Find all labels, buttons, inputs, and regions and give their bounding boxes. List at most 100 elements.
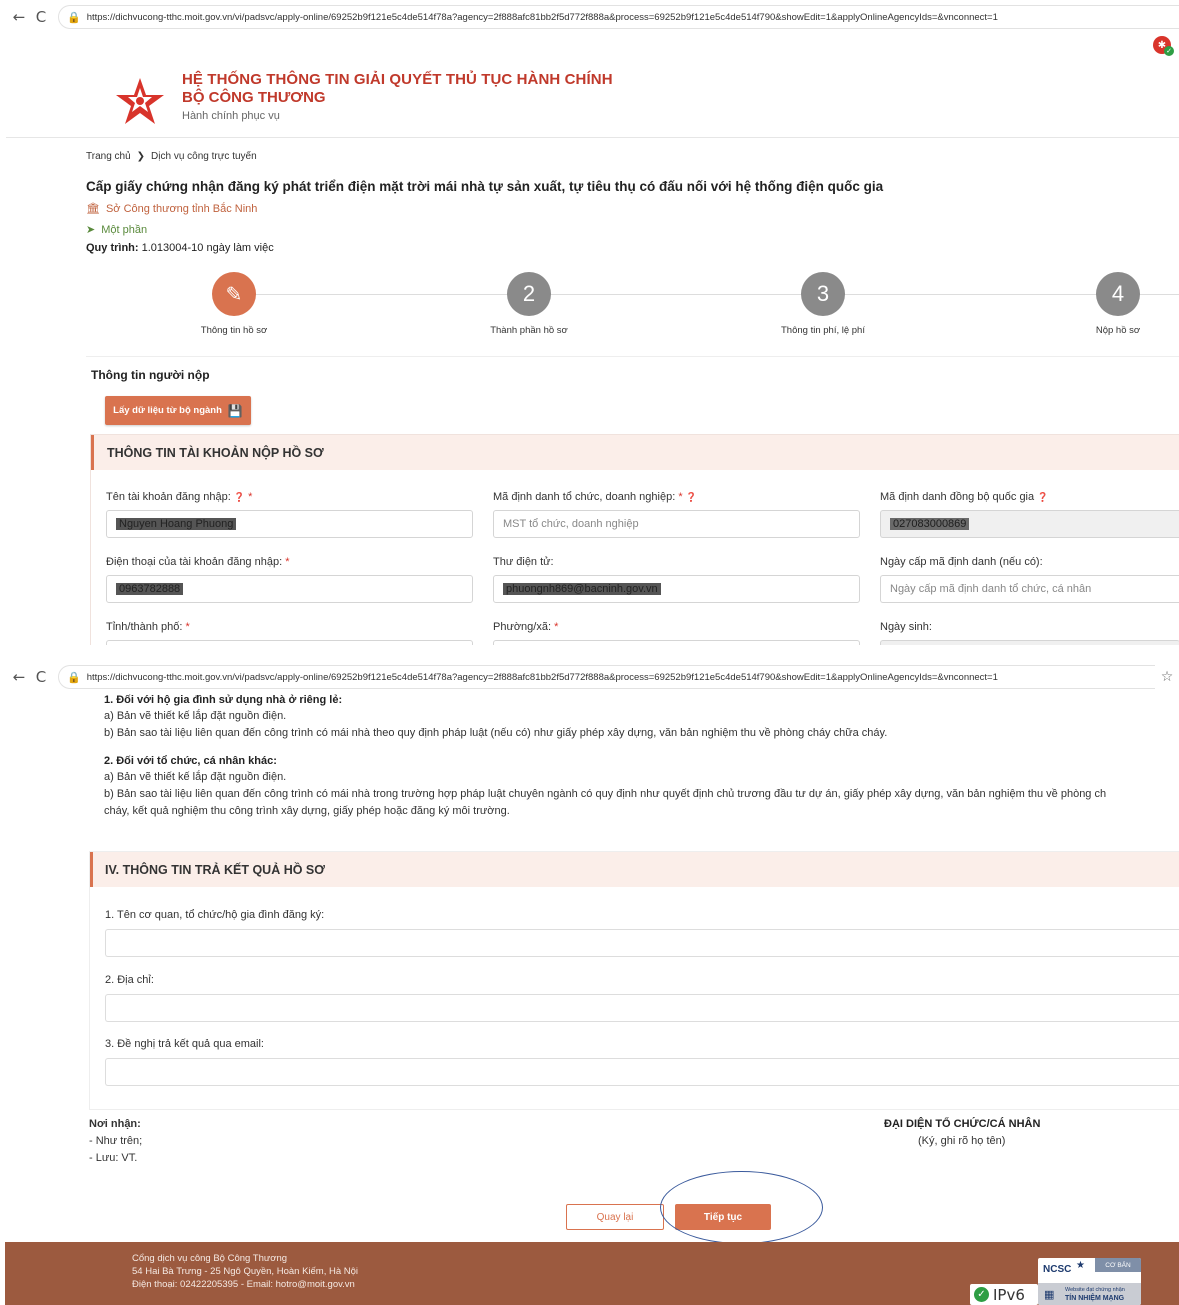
site-header: HỆ THỐNG THÔNG TIN GIẢI QUYẾT THỦ TỤC HÀ… (6, 56, 1179, 138)
birthday-label: Ngày sinh: (880, 621, 932, 633)
national-id-input[interactable]: 027083000869 (880, 510, 1179, 538)
site-footer: Cổng dịch vụ công Bộ Công Thương 54 Hai … (5, 1242, 1179, 1305)
screenshot-bottom: ← C 🔒 https://dichvucong-tthc.moit.gov.v… (0, 660, 1179, 1305)
screenshot-top: ← C 🔒 https://dichvucong-tthc.moit.gov.v… (0, 0, 1179, 645)
req-other-title: 2. Đối với tổ chức, cá nhân khác: (104, 755, 277, 767)
province-label: Tỉnh/thành phố: * (106, 621, 190, 633)
province-select[interactable] (106, 640, 473, 645)
help-icon[interactable]: ❓ (686, 493, 697, 503)
email-value: phuongnh869@bacninh.gov.vn (503, 583, 661, 595)
chevron-right-icon: ❯ (136, 151, 146, 162)
result-panel: IV. THÔNG TIN TRẢ KẾT QUẢ HỒ SƠ 1. Tên c… (89, 851, 1179, 1110)
reload-icon[interactable]: C (30, 6, 52, 28)
step-number: 3 (801, 272, 845, 316)
org-name-input[interactable] (105, 929, 1179, 957)
email-result-label: 3. Đề nghị trả kết quả qua email: (105, 1038, 264, 1050)
star-icon: ★ (1076, 1260, 1085, 1271)
step-number: 2 (507, 272, 551, 316)
back-arrow-icon[interactable]: ← (8, 6, 30, 28)
breadcrumb: Trang chủ ❯ Dịch vụ công trực tuyến (86, 151, 257, 162)
stepper-line (233, 294, 1179, 295)
phone-value: 0963782888 (116, 583, 184, 595)
ipv6-label: IPv6 (993, 1285, 1025, 1304)
progress-stepper: ✎ Thông tin hồ sơ 2 Thành phần hồ sơ 3 T… (86, 272, 1179, 352)
step-label: Thông tin hồ sơ (200, 325, 268, 336)
step-label: Nộp hồ sơ (1095, 325, 1141, 336)
email-result-input[interactable] (105, 1058, 1179, 1086)
email-input[interactable]: phuongnh869@bacninh.gov.vn (493, 575, 860, 603)
check-circle-icon: ✓ (974, 1287, 989, 1302)
process-info: Quy trình: 1.013004-10 ngày làm việc (86, 242, 274, 254)
required-mark: * (678, 491, 683, 503)
national-id-value: 027083000869 (890, 518, 970, 530)
help-icon[interactable]: ❓ (1037, 493, 1048, 503)
req-household-title: 1. Đối với hộ gia đình sử dụng nhà ở riê… (104, 694, 343, 706)
extension-icon[interactable]: ✱ ✓ (1153, 36, 1174, 56)
req-other-b: b) Bản sao tài liệu liên quan đến công t… (104, 788, 1107, 800)
breadcrumb-current[interactable]: Dịch vụ công trực tuyến (151, 151, 257, 162)
slogan: Hành chính phục vụ (182, 110, 280, 122)
ministry-star-logo-icon[interactable] (114, 76, 166, 126)
username-value: Nguyen Hoang Phuong (116, 518, 237, 530)
phone-label: Điện thoại của tài khoản đăng nhập: * (106, 556, 289, 568)
birthday-input[interactable] (880, 640, 1179, 645)
help-icon[interactable]: ❓ (234, 493, 245, 503)
process-label: Quy trình: (86, 242, 139, 254)
ncsc-sub: Website đạt chứng nhận (1065, 1287, 1125, 1293)
arrow-right-icon: ➤ (86, 223, 96, 236)
breadcrumb-home[interactable]: Trang chủ (86, 151, 131, 162)
required-mark: * (248, 491, 253, 503)
phone-input[interactable]: 0963782888 (106, 575, 473, 603)
phone-label-text: Điện thoại của tài khoản đăng nhập: (106, 556, 283, 568)
step-fees[interactable]: 3 Thông tin phí, lệ phí (753, 272, 893, 336)
submitter-section-title: Thông tin người nộp (91, 368, 210, 382)
req-household-a: a) Bản vẽ thiết kế lắp đặt nguồn điện. (104, 710, 287, 722)
browser-toolbar: ← C 🔒 https://dichvucong-tthc.moit.gov.v… (0, 0, 1179, 34)
national-id-label: Mã định danh đồng bộ quốc gia ❓ (880, 491, 1048, 503)
service-level-row: ➤ Một phần (86, 223, 147, 236)
national-id-label-text: Mã định danh đồng bộ quốc gia (880, 491, 1035, 503)
agency-row: 🏛 Sở Công thương tỉnh Bắc Ninh (86, 202, 257, 215)
ncsc-trust-badge[interactable]: NCSC ★ CƠ BẢN ▦ Website đạt chứng nhận T… (1038, 1258, 1141, 1305)
agency-name: Sở Công thương tỉnh Bắc Ninh (105, 202, 258, 215)
org-name-label: 1. Tên cơ quan, tổ chức/hộ gia đình đăng… (105, 909, 325, 921)
footer-portal-name: Cổng dịch vụ công Bộ Công Thương (132, 1253, 288, 1264)
step-info[interactable]: ✎ Thông tin hồ sơ (164, 272, 304, 336)
lock-icon: 🔒 (67, 670, 81, 684)
account-panel: THÔNG TIN TÀI KHOẢN NỘP HỒ SƠ Tên tài kh… (90, 434, 1179, 645)
address-input[interactable] (105, 994, 1179, 1022)
province-label-text: Tỉnh/thành phố: (106, 621, 183, 633)
signature-note: (Ký, ghi rõ họ tên) (918, 1135, 1006, 1147)
required-mark: * (285, 556, 290, 568)
ipv6-badge[interactable]: ✓ IPv6 (970, 1284, 1038, 1305)
id-date-label: Ngày cấp mã định danh (nếu có): (880, 556, 1043, 568)
step-label: Thành phần hồ sơ (490, 325, 568, 336)
bookmark-star-icon[interactable]: ☆ (1155, 669, 1179, 685)
building-icon: 🏛 (86, 202, 100, 215)
reload-icon[interactable]: C (30, 666, 52, 688)
username-input[interactable]: Nguyen Hoang Phuong (106, 510, 473, 538)
url-text: https://dichvucong-tthc.moit.gov.vn/vi/p… (86, 671, 998, 683)
address-bar[interactable]: 🔒 https://dichvucong-tthc.moit.gov.vn/vi… (58, 665, 1155, 689)
org-id-input[interactable]: MST tổ chức, doanh nghiệp (493, 510, 860, 538)
req-household-b: b) Bản sao tài liệu liên quan đến công t… (104, 727, 888, 739)
process-value: 1.013004-10 ngày làm việc (141, 242, 274, 254)
back-arrow-icon[interactable]: ← (8, 666, 30, 688)
footer-address: 54 Hai Bà Trưng - 25 Ngô Quyền, Hoàn Kiế… (132, 1266, 359, 1277)
fetch-data-button[interactable]: Lấy dữ liệu từ bộ ngành 💾 (105, 396, 251, 425)
required-mark: * (185, 621, 190, 633)
account-panel-title: THÔNG TIN TÀI KHOẢN NỘP HỒ SƠ (91, 435, 1179, 470)
ward-select[interactable] (493, 640, 860, 645)
step-label: Thông tin phí, lệ phí (781, 325, 865, 336)
username-label-text: Tên tài khoản đăng nhập: (106, 491, 231, 503)
back-button[interactable]: Quay lại (566, 1204, 664, 1230)
save-icon: 💾 (227, 403, 243, 418)
address-bar[interactable]: 🔒 https://dichvucong-tthc.moit.gov.vn/vi… (58, 5, 1179, 29)
step-components[interactable]: 2 Thành phần hồ sơ (459, 272, 599, 336)
ncsc-label: NCSC (1043, 1264, 1072, 1275)
url-text: https://dichvucong-tthc.moit.gov.vn/vi/p… (86, 11, 998, 23)
step-submit[interactable]: 4 Nộp hồ sơ (1048, 272, 1179, 336)
pencil-icon: ✎ (212, 272, 256, 316)
id-date-input[interactable]: Ngày cấp mã định danh tổ chức, cá nhân (880, 575, 1179, 603)
ministry-title: BỘ CÔNG THƯƠNG (182, 89, 326, 106)
